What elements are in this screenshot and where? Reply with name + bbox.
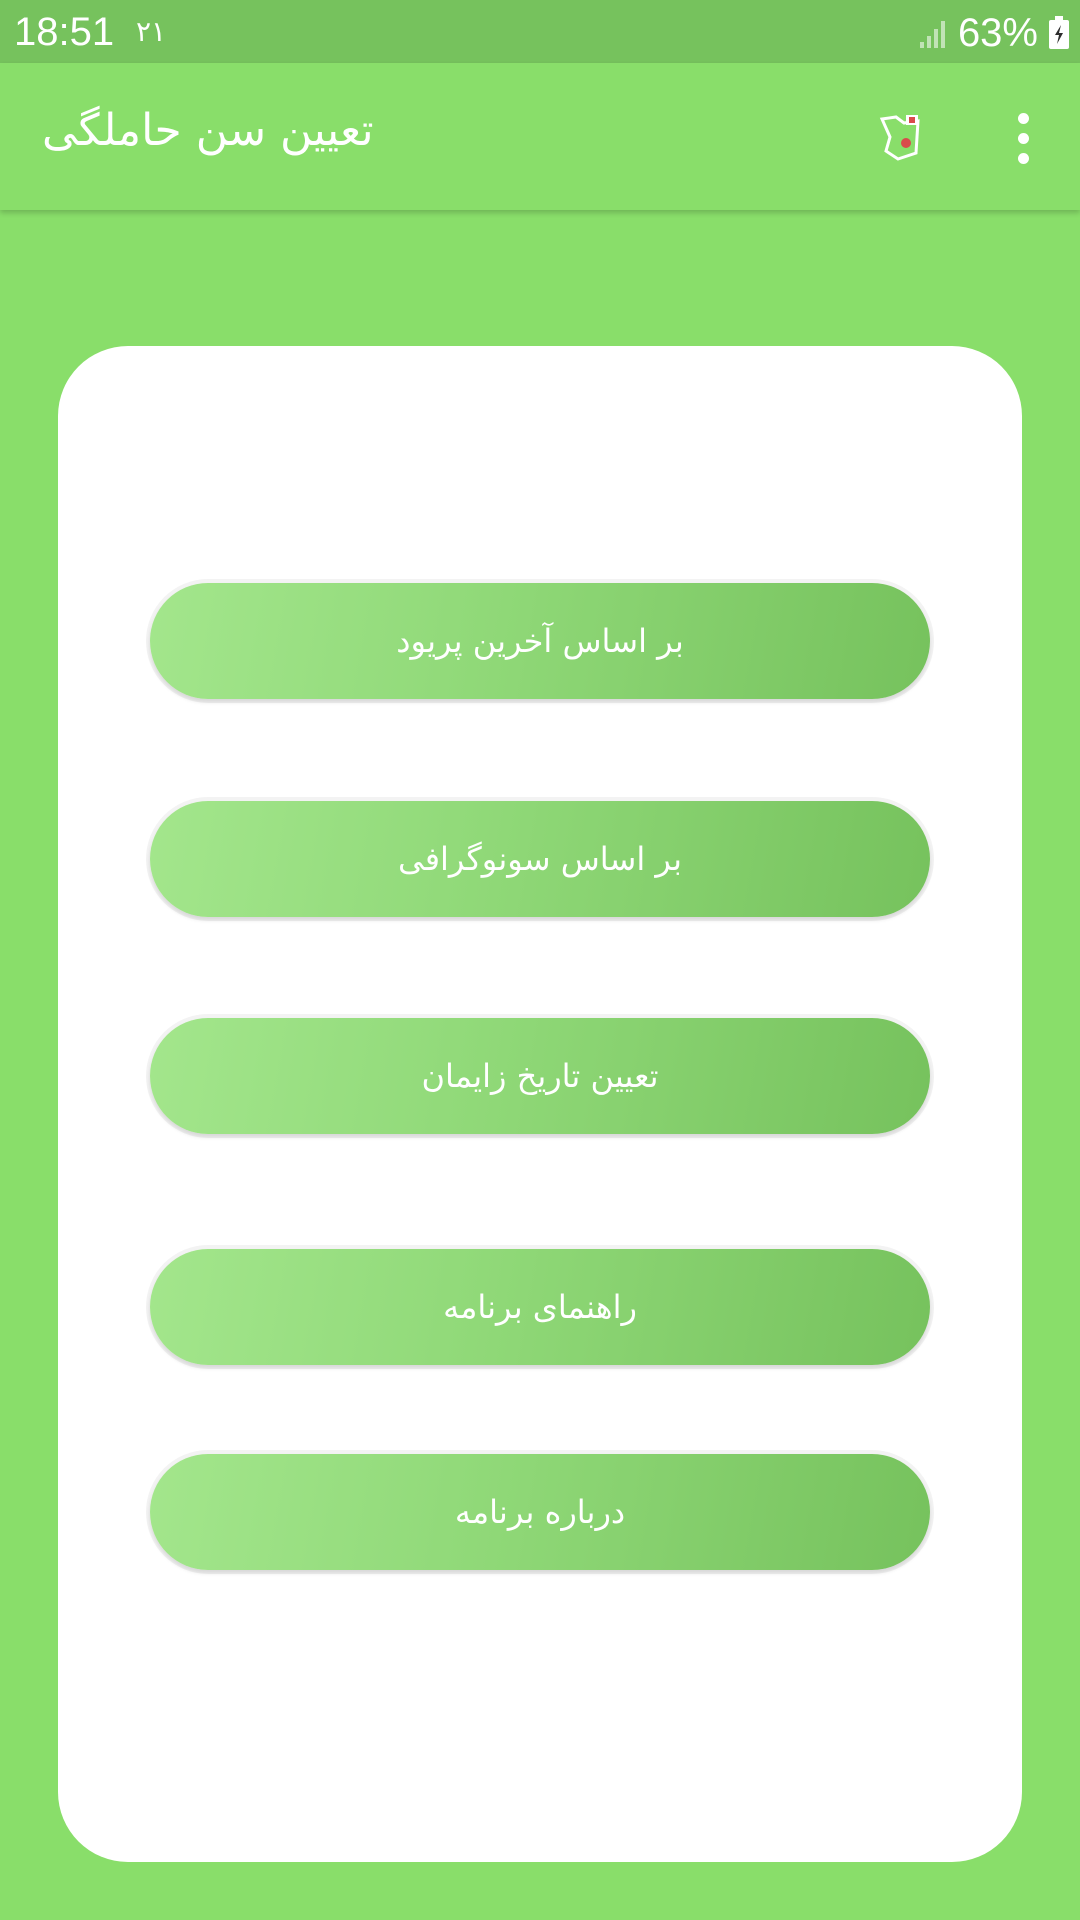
app-bar: تعیین سن حاملگی	[0, 63, 1080, 210]
status-time: 18:51	[14, 10, 115, 54]
status-bar: 18:51 ۲۱ 63%	[0, 0, 1080, 63]
last-period-button[interactable]: بر اساس آخرین پریود	[150, 583, 930, 699]
app-title: تعیین سن حاملگی	[42, 105, 374, 156]
app-logo-icon[interactable]	[878, 113, 924, 163]
about-button[interactable]: درباره برنامه	[150, 1454, 930, 1570]
ultrasound-button[interactable]: بر اساس سونوگرافی	[150, 801, 930, 917]
help-button[interactable]: راهنمای برنامه	[150, 1249, 930, 1365]
more-options-button[interactable]	[1000, 103, 1046, 173]
due-date-button[interactable]: تعیین تاریخ زایمان	[150, 1018, 930, 1134]
signal-icon	[919, 21, 945, 48]
notification-indicator: ۲۱	[136, 15, 167, 48]
battery-percent: 63%	[957, 11, 1038, 55]
more-vert-icon	[1017, 112, 1029, 124]
status-right-group: 63%	[918, 10, 1070, 56]
battery-icon	[1049, 16, 1069, 49]
